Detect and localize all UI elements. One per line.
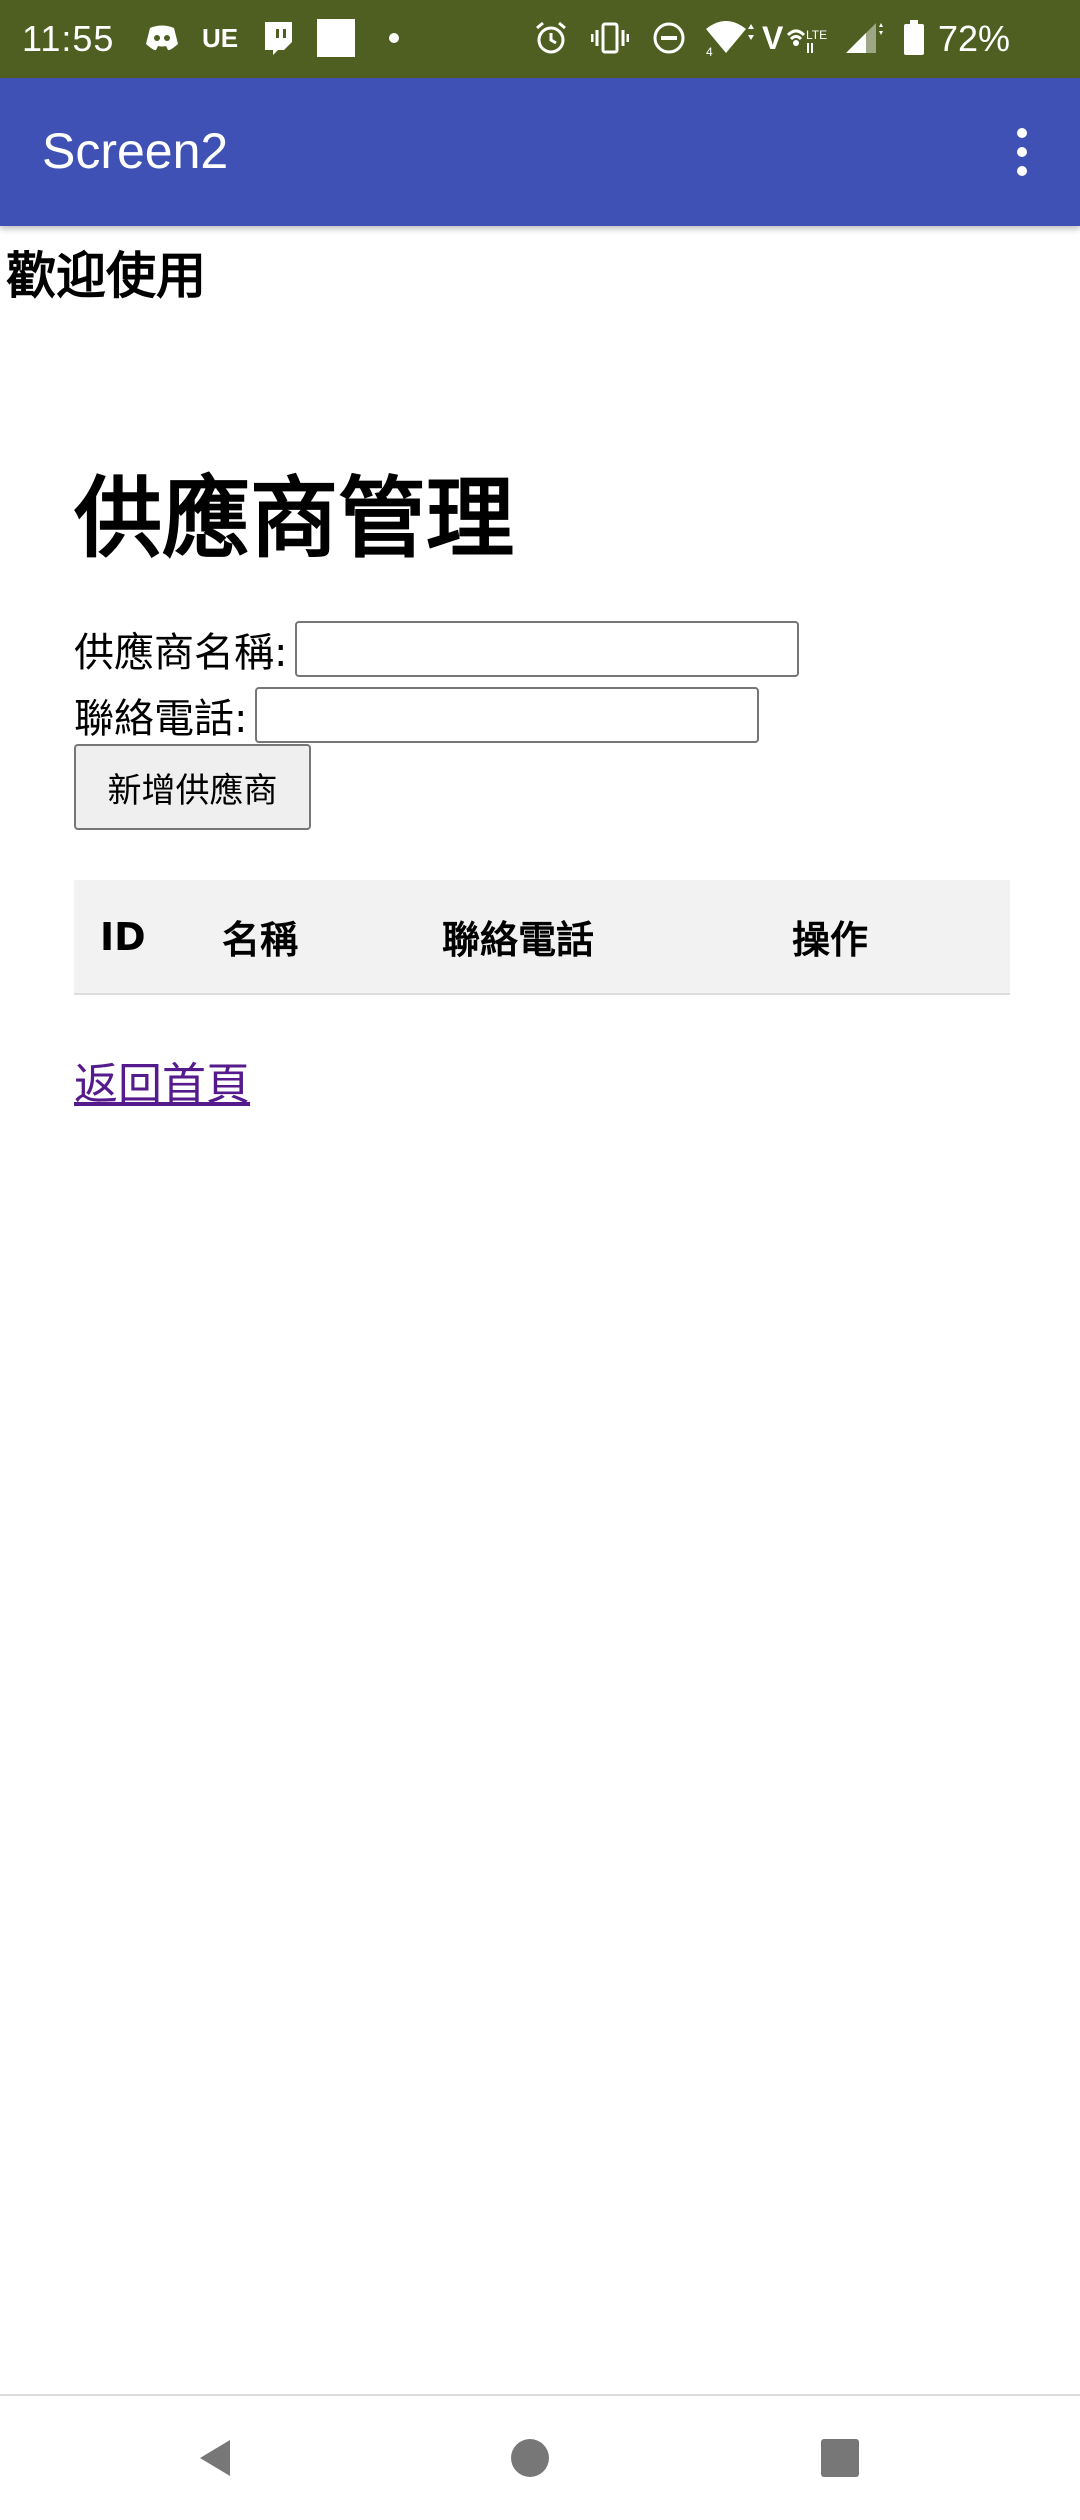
dot-icon [386, 18, 402, 58]
home-icon[interactable] [498, 2426, 562, 2490]
contact-phone-label: 聯絡電話: [74, 696, 248, 742]
back-home-link[interactable]: 返回首頁 [74, 1048, 250, 1112]
back-icon[interactable] [184, 2426, 248, 2490]
supplier-table: ID 名稱 聯絡電話 操作 [74, 880, 1010, 995]
alarm-icon [532, 18, 570, 58]
app-bar: Screen2 [0, 78, 1080, 226]
column-header-name: 名稱 [222, 918, 299, 962]
svg-text:LTE: LTE [806, 28, 827, 42]
battery-icon [900, 18, 928, 58]
battery-percent: 72% [938, 18, 1011, 59]
svg-text:V: V [762, 20, 784, 56]
supplier-name-row: 供應商名稱: [74, 620, 800, 678]
square-icon [316, 18, 356, 58]
app-title: Screen2 [42, 123, 229, 179]
page-title: 供應商管理 [74, 467, 515, 570]
discord-icon [142, 18, 182, 58]
signal-icon [844, 18, 884, 58]
table-header-row: ID 名稱 聯絡電話 操作 [74, 880, 1010, 994]
status-bar: 11:55 UE 4 V LTE 72% [0, 0, 1080, 78]
supplier-name-input[interactable] [295, 621, 800, 677]
volte-icon: V LTE [762, 18, 842, 58]
add-supplier-button[interactable]: 新增供應商 [74, 744, 311, 830]
dnd-icon [650, 18, 688, 58]
contact-phone-input[interactable] [255, 687, 760, 743]
column-header-id: ID [100, 914, 146, 959]
twitch-icon [260, 18, 296, 58]
more-vert-icon[interactable] [1000, 118, 1044, 186]
column-header-actions: 操作 [792, 918, 869, 962]
recents-icon[interactable] [808, 2426, 872, 2490]
supplier-name-label: 供應商名稱: [74, 630, 288, 676]
welcome-text: 歡迎使用 [6, 247, 206, 305]
contact-phone-row: 聯絡電話: [74, 686, 760, 744]
wifi-icon: 4 [704, 18, 754, 58]
navigation-bar [0, 2394, 1080, 2520]
vibrate-icon [590, 18, 630, 58]
svg-text:4: 4 [706, 45, 713, 57]
ue-icon: UE [201, 22, 239, 53]
column-header-phone: 聯絡電話 [442, 918, 595, 962]
status-time: 11:55 [22, 18, 115, 59]
